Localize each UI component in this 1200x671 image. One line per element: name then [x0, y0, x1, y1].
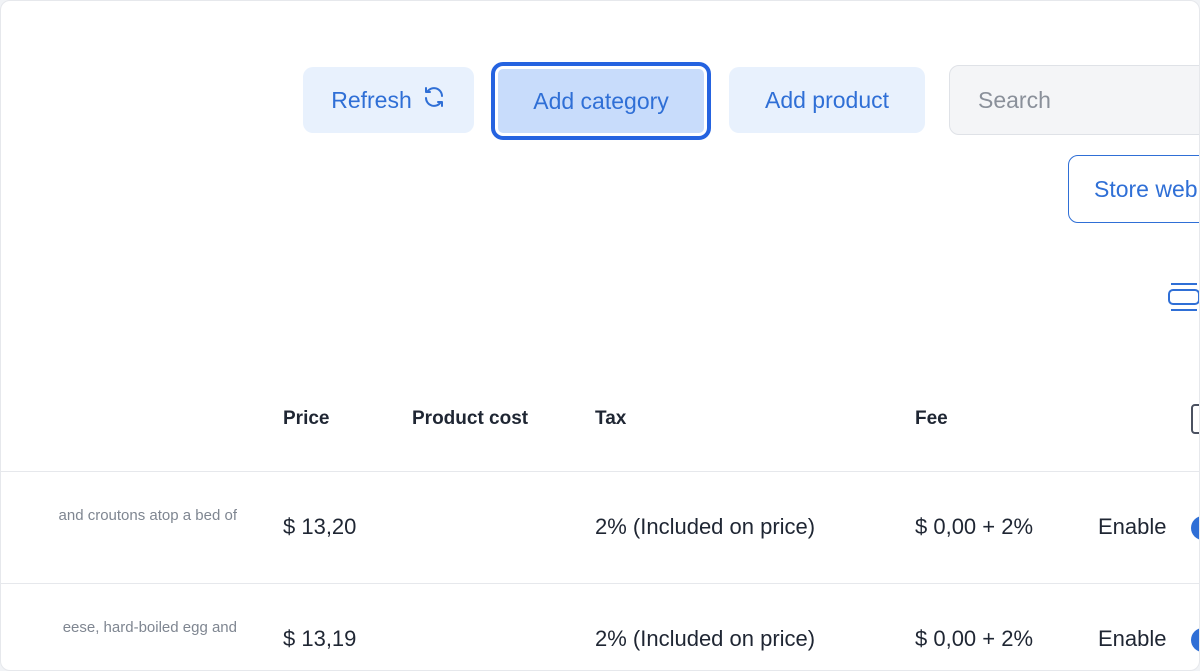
header-divider [1, 471, 1199, 472]
add-category-button-label: Add category [533, 87, 669, 114]
row-status: Enable [1098, 626, 1167, 651]
row-tax: 2% (Included on price) [595, 626, 816, 651]
row-description: and croutons atop a bed of [58, 507, 237, 524]
layout-toggle-icon[interactable] [1167, 281, 1199, 318]
row-divider [1, 583, 1199, 584]
row-price: $ 13,20 [283, 514, 357, 539]
column-header-tax: Tax [595, 408, 627, 429]
add-product-button[interactable]: Add product [729, 67, 925, 133]
store-web-button[interactable]: Store web [1068, 155, 1199, 223]
column-header-product-cost: Product cost [412, 408, 529, 429]
refresh-icon [422, 85, 446, 115]
refresh-button-label: Refresh [331, 86, 412, 113]
column-header-fee: Fee [915, 408, 948, 429]
column-header-price: Price [283, 408, 330, 429]
status-toggle[interactable] [1191, 516, 1199, 540]
search-box[interactable] [949, 65, 1199, 135]
refresh-button[interactable]: Refresh [303, 67, 474, 133]
product-list-panel: Refresh Add category Add product Store w… [0, 0, 1200, 671]
row-status: Enable [1098, 514, 1167, 539]
add-category-button[interactable]: Add category [491, 62, 711, 140]
status-toggle[interactable] [1191, 628, 1199, 652]
select-all-checkbox[interactable] [1191, 404, 1199, 434]
row-tax: 2% (Included on price) [595, 514, 816, 539]
row-price: $ 13,19 [283, 626, 357, 651]
row-fee: $ 0,00 + 2% [915, 626, 1034, 651]
row-fee: $ 0,00 + 2% [915, 514, 1034, 539]
add-product-button-label: Add product [764, 86, 890, 113]
row-description: eese, hard-boiled egg and [62, 619, 237, 636]
search-input[interactable] [976, 85, 1199, 115]
store-web-button-label: Store web [1094, 175, 1198, 202]
